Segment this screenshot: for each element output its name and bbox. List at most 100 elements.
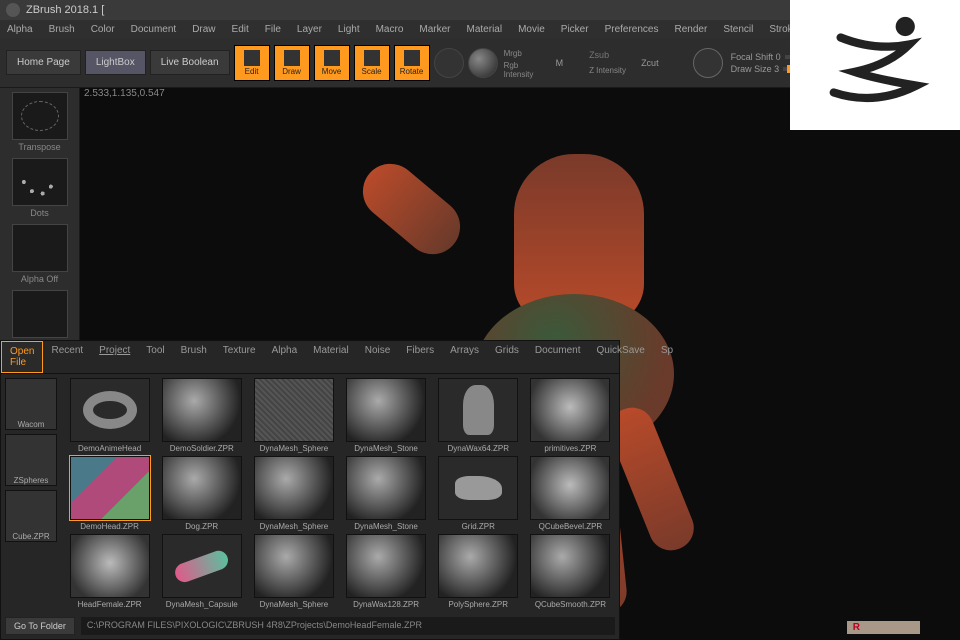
lightbox-button[interactable]: LightBox — [85, 50, 146, 75]
lightbox-thumb — [346, 378, 426, 442]
lightbox-item-label: DynaMesh_Sphere — [260, 444, 328, 453]
lightbox-item[interactable]: DynaMesh_Sphere — [249, 378, 338, 453]
lightbox-tab-fibers[interactable]: Fibers — [398, 341, 442, 373]
lightbox-item[interactable]: DynaMesh_Stone — [341, 456, 430, 531]
lightbox-thumb — [162, 378, 242, 442]
lightbox-tab-document[interactable]: Document — [527, 341, 589, 373]
lightbox-thumb — [530, 534, 610, 598]
brush-preview-icon[interactable] — [693, 48, 723, 78]
lightbox-item-label: HeadFemale.ZPR — [78, 600, 142, 609]
lightbox-tab-project[interactable]: Project — [91, 341, 138, 373]
lightbox-thumb — [438, 456, 518, 520]
menu-brush[interactable]: Brush — [46, 22, 78, 37]
lightbox-tab-alpha[interactable]: Alpha — [264, 341, 306, 373]
menu-picker[interactable]: Picker — [558, 22, 592, 37]
live-boolean-button[interactable]: Live Boolean — [150, 50, 230, 75]
lightbox-item[interactable]: DynaWax64.ZPR — [434, 378, 523, 453]
menu-edit[interactable]: Edit — [229, 22, 252, 37]
rgb-intensity-label: Rgb Intensity — [504, 61, 550, 79]
draw-label: Draw — [282, 67, 301, 76]
rotate-mode-button[interactable]: Rotate — [394, 45, 430, 81]
coordinate-readout: 2.533,1.135,0.547 — [84, 88, 165, 99]
menu-document[interactable]: Document — [128, 22, 180, 37]
lightbox-item[interactable]: DynaMesh_Sphere — [249, 456, 338, 531]
lightbox-tab-texture[interactable]: Texture — [215, 341, 264, 373]
transpose-shelf-item[interactable]: Transpose — [8, 92, 72, 152]
lightbox-tab-grids[interactable]: Grids — [487, 341, 527, 373]
lightbox-tab-sp[interactable]: Sp — [653, 341, 681, 373]
lightbox-tab-recent[interactable]: Recent — [43, 341, 91, 373]
lightbox-item[interactable]: PolySphere.ZPR — [434, 534, 523, 609]
dots-shelf-item[interactable]: Dots — [8, 158, 72, 218]
lightbox-tab-openfile[interactable]: Open File — [1, 341, 43, 373]
menu-stencil[interactable]: Stencil — [720, 22, 756, 37]
lightbox-item[interactable]: DemoHead.ZPR — [65, 456, 154, 531]
lightbox-item[interactable]: DynaMesh_Stone — [341, 378, 430, 453]
lightbox-item[interactable]: DemoAnimeHead — [65, 378, 154, 453]
color-channel-block[interactable]: Mrgb Rgb Intensity — [502, 47, 552, 79]
menu-light[interactable]: Light — [335, 22, 363, 37]
lightbox-item[interactable]: DynaMesh_Capsule — [157, 534, 246, 609]
alpha-shelf-item[interactable]: Alpha Off — [8, 224, 72, 284]
app-logo-icon — [6, 3, 20, 17]
menu-movie[interactable]: Movie — [515, 22, 548, 37]
lightbox-tab-arrays[interactable]: Arrays — [442, 341, 487, 373]
lightbox-side-cube[interactable]: Cube.ZPR — [5, 490, 57, 542]
menu-draw[interactable]: Draw — [189, 22, 218, 37]
lightbox-tab-material[interactable]: Material — [305, 341, 357, 373]
side-wacom-label: Wacom — [18, 420, 45, 429]
lightbox-item-label: Grid.ZPR — [462, 522, 495, 531]
lightbox-item-label: Dog.ZPR — [185, 522, 218, 531]
menu-layer[interactable]: Layer — [294, 22, 325, 37]
lightbox-item[interactable]: DynaMesh_Sphere — [249, 534, 338, 609]
lightbox-thumb — [346, 534, 426, 598]
lightbox-item[interactable]: Grid.ZPR — [434, 456, 523, 531]
edit-mode-button[interactable]: Edit — [234, 45, 270, 81]
lightbox-item[interactable]: DemoSoldier.ZPR — [157, 378, 246, 453]
lightbox-item-label: DynaMesh_Sphere — [260, 522, 328, 531]
z-channel-block[interactable]: Zsub Z Intensity — [587, 47, 637, 79]
lightbox-side-zspheres[interactable]: ZSpheres — [5, 434, 57, 486]
lightbox-tab-brush[interactable]: Brush — [173, 341, 215, 373]
scale-mode-button[interactable]: Scale — [354, 45, 390, 81]
draw-mode-button[interactable]: Draw — [274, 45, 310, 81]
lightbox-path-field[interactable]: C:\PROGRAM FILES\PIXOLOGIC\ZBRUSH 4R8\ZP… — [81, 617, 615, 635]
menu-render[interactable]: Render — [672, 22, 711, 37]
lightbox-item-label: DynaMesh_Stone — [354, 444, 418, 453]
lightbox-thumb — [70, 378, 150, 442]
alpha-off-label: Alpha Off — [21, 274, 58, 284]
focal-shift-label: Focal Shift 0 — [731, 52, 781, 62]
scale-icon — [364, 50, 380, 66]
scale-label: Scale — [362, 67, 382, 76]
material-preview-button[interactable] — [468, 48, 498, 78]
lightbox-footer: Go To Folder C:\PROGRAM FILES\PIXOLOGIC\… — [1, 613, 619, 639]
lightbox-item[interactable]: QCubeBevel.ZPR — [526, 456, 615, 531]
lightbox-item[interactable]: QCubeSmooth.ZPR — [526, 534, 615, 609]
lightbox-item[interactable]: HeadFemale.ZPR — [65, 534, 154, 609]
menu-alpha[interactable]: Alpha — [4, 22, 36, 37]
lightbox-item[interactable]: Dog.ZPR — [157, 456, 246, 531]
menu-color[interactable]: Color — [88, 22, 118, 37]
zcut-label[interactable]: Zcut — [641, 58, 659, 68]
menu-preferences[interactable]: Preferences — [602, 22, 662, 37]
gyro-button[interactable] — [434, 48, 464, 78]
lightbox-tab-quicksave[interactable]: QuickSave — [588, 341, 652, 373]
menu-marker[interactable]: Marker — [416, 22, 453, 37]
lightbox-side-wacom[interactable]: Wacom — [5, 378, 57, 430]
lightbox-panel: Open File Recent Project Tool Brush Text… — [0, 340, 620, 640]
edit-label: Edit — [245, 67, 259, 76]
lightbox-thumb — [254, 378, 334, 442]
lightbox-thumb — [530, 378, 610, 442]
lightbox-item[interactable]: primitives.ZPR — [526, 378, 615, 453]
lightbox-tab-noise[interactable]: Noise — [357, 341, 399, 373]
lightbox-tab-tool[interactable]: Tool — [138, 341, 172, 373]
menu-macro[interactable]: Macro — [373, 22, 407, 37]
home-page-button[interactable]: Home Page — [6, 50, 81, 75]
move-mode-button[interactable]: Move — [314, 45, 350, 81]
m-label[interactable]: M — [556, 58, 564, 68]
menu-material[interactable]: Material — [464, 22, 506, 37]
go-to-folder-button[interactable]: Go To Folder — [5, 617, 75, 635]
lightbox-item[interactable]: DynaWax128.ZPR — [341, 534, 430, 609]
menu-file[interactable]: File — [262, 22, 284, 37]
lightbox-item-label: DynaWax128.ZPR — [353, 600, 419, 609]
